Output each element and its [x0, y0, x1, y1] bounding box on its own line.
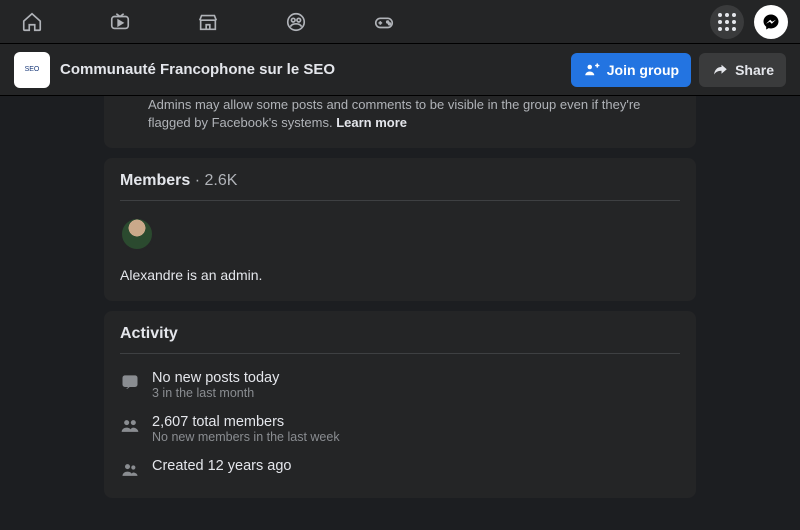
groups-icon	[285, 11, 307, 33]
posts-icon	[120, 372, 140, 392]
activity-posts-sub: 3 in the last month	[152, 386, 279, 400]
admin-description: Alexandre is an admin.	[120, 267, 680, 283]
activity-heading: Activity	[120, 325, 680, 343]
group-actions: Join group Share	[571, 53, 786, 87]
menu-grid-icon	[718, 13, 736, 31]
nav-gaming[interactable]	[370, 8, 398, 36]
activity-posts-row: No new posts today 3 in the last month	[120, 370, 680, 400]
admin-moderation-note: Admins may allow some posts and comments…	[104, 96, 696, 148]
marketplace-icon	[197, 11, 219, 33]
divider	[120, 200, 680, 201]
nav-watch[interactable]	[106, 8, 134, 36]
gaming-icon	[373, 11, 395, 33]
members-count: 2.6K	[204, 172, 237, 189]
share-button-label: Share	[735, 62, 774, 78]
activity-card: Activity No new posts today 3 in the las…	[104, 311, 696, 498]
top-nav-right	[710, 5, 788, 39]
messenger-button[interactable]	[754, 5, 788, 39]
members-icon	[120, 416, 140, 436]
nav-home[interactable]	[18, 8, 46, 36]
activity-members-main: 2,607 total members	[152, 414, 340, 430]
watch-icon	[109, 11, 131, 33]
messenger-icon	[762, 13, 780, 31]
share-icon	[711, 61, 729, 79]
avatar[interactable]	[120, 217, 154, 251]
activity-members-row: 2,607 total members No new members in th…	[120, 414, 680, 444]
member-avatars-row	[120, 217, 680, 251]
top-nav-tabs	[18, 8, 398, 36]
nav-groups[interactable]	[282, 8, 310, 36]
learn-more-link[interactable]: Learn more	[336, 115, 407, 130]
activity-posts-main: No new posts today	[152, 370, 279, 386]
join-group-button[interactable]: Join group	[571, 53, 691, 87]
content-area: Admins may allow some posts and comments…	[0, 96, 800, 508]
top-navigation	[0, 0, 800, 44]
activity-created-main: Created 12 years ago	[152, 458, 291, 474]
menu-button[interactable]	[710, 5, 744, 39]
members-heading[interactable]: Members · 2.6K	[120, 172, 680, 190]
group-title[interactable]: Communauté Francophone sur le SEO	[60, 61, 335, 78]
join-icon	[583, 61, 601, 79]
members-heading-label: Members	[120, 172, 190, 189]
activity-members-sub: No new members in the last week	[152, 430, 340, 444]
nav-marketplace[interactable]	[194, 8, 222, 36]
members-card: Members · 2.6K Alexandre is an admin.	[104, 158, 696, 301]
activity-created-row: Created 12 years ago	[120, 458, 680, 480]
group-header-bar: SEO Communauté Francophone sur le SEO Jo…	[0, 44, 800, 96]
home-icon	[21, 11, 43, 33]
group-thumbnail[interactable]: SEO	[14, 52, 50, 88]
share-button[interactable]: Share	[699, 53, 786, 87]
divider	[120, 353, 680, 354]
created-icon	[120, 460, 140, 480]
join-button-label: Join group	[607, 62, 679, 78]
